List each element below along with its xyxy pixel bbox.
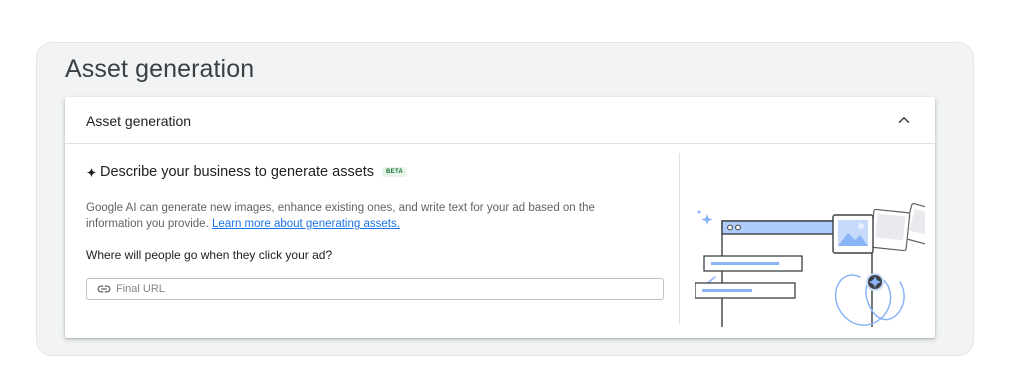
link-icon: [97, 285, 111, 293]
form-pane: Describe your business to generate asset…: [86, 144, 666, 338]
asset-generation-card: Asset generation Describe your business …: [65, 97, 935, 338]
section-heading: Describe your business to generate asset…: [86, 164, 408, 180]
sparkle-icon: [86, 166, 97, 178]
asset-generation-section: Asset generation Asset generation Descri…: [36, 42, 974, 356]
beta-badge: BETA: [382, 167, 408, 177]
page-title: Asset generation: [65, 55, 255, 83]
section-heading-text: Describe your business to generate asset…: [100, 164, 375, 180]
vertical-divider: [679, 153, 680, 324]
asset-generation-illustration: [695, 203, 925, 327]
question-label: Where will people go when they click you…: [86, 248, 333, 262]
chevron-up-icon[interactable]: [895, 111, 913, 129]
learn-more-link[interactable]: Learn more about generating assets.: [212, 218, 400, 230]
description: Google AI can generate new images, enhan…: [86, 200, 646, 232]
final-url-input[interactable]: [116, 283, 636, 295]
final-url-field[interactable]: [86, 278, 664, 300]
card-header-title: Asset generation: [86, 113, 192, 129]
card-header[interactable]: Asset generation: [65, 97, 935, 144]
